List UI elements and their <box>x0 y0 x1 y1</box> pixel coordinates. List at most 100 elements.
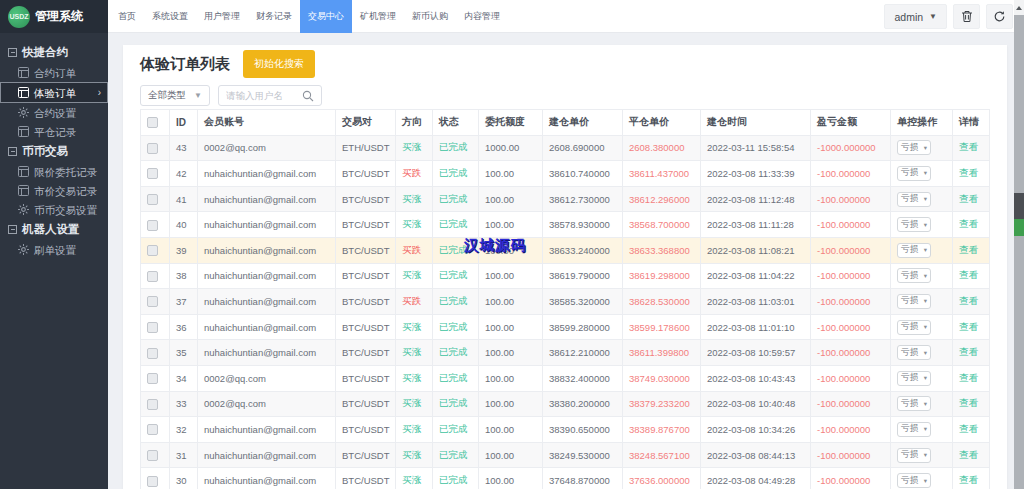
control-select[interactable]: 亏损▾ <box>897 268 931 283</box>
row-checkbox[interactable] <box>147 143 158 154</box>
row-checkbox[interactable] <box>147 399 158 410</box>
cell-pnl: -100.000000 <box>811 186 891 212</box>
cell-pair: BTC/USDT <box>336 442 396 468</box>
nav-item-4[interactable]: 交易中心 <box>300 0 352 33</box>
sidebar: USDZ 管理系统 快捷合约合约订单体验订单›合约设置平仓记录币币交易限价委托记… <box>0 0 108 489</box>
nav-item-3[interactable]: 财务记录 <box>248 0 300 33</box>
detail-link[interactable]: 查看 <box>959 321 978 332</box>
control-select[interactable]: 亏损▾ <box>897 140 931 155</box>
cell-direction: 买跌 <box>396 237 433 263</box>
username-input[interactable] <box>226 90 300 101</box>
control-select[interactable]: 亏损▾ <box>897 217 931 232</box>
row-checkbox[interactable] <box>147 245 158 256</box>
row-checkbox[interactable] <box>147 194 158 205</box>
sidebar-item[interactable]: 合约设置 <box>0 103 108 122</box>
control-select[interactable]: 亏损▾ <box>897 448 931 463</box>
user-menu-button[interactable]: admin ▼ <box>884 4 947 29</box>
detail-link[interactable]: 查看 <box>959 449 978 460</box>
row-checkbox[interactable] <box>147 271 158 282</box>
row-checkbox[interactable] <box>147 296 158 307</box>
table-row: 430002@qq.comETH/USDT买涨已完成1000.002608.69… <box>141 135 990 161</box>
cell-pnl: -100.000000 <box>811 237 891 263</box>
list-icon <box>18 126 29 137</box>
cell-pnl: -100.000000 <box>811 442 891 468</box>
cell-direction: 买跌 <box>396 289 433 315</box>
username-search[interactable] <box>218 85 322 106</box>
init-search-button[interactable]: 初始化搜索 <box>243 50 315 78</box>
table-row: 330002@qq.comBTC/USDT买涨已完成100.0038380.20… <box>141 391 990 417</box>
control-select[interactable]: 亏损▾ <box>897 345 931 360</box>
cell-pair: BTC/USDT <box>336 340 396 366</box>
cell-account: nuhaichuntian@gmail.com <box>198 468 336 489</box>
control-select[interactable]: 亏损▾ <box>897 371 931 386</box>
sidebar-menu: 快捷合约合约订单体验订单› 合约设置平仓记录币币交易限价委托记录市价交易记录币币交… <box>0 33 108 259</box>
select-all-checkbox[interactable] <box>147 117 158 128</box>
sidebar-item-label: 合约设置 <box>34 107 76 119</box>
control-select[interactable]: 亏损▾ <box>897 166 931 181</box>
control-select[interactable]: 亏损▾ <box>897 243 931 258</box>
control-select[interactable]: 亏损▾ <box>897 396 931 411</box>
detail-link[interactable]: 查看 <box>959 269 978 280</box>
refresh-button[interactable] <box>986 4 1013 29</box>
nav-item-7[interactable]: 内容管理 <box>456 0 508 33</box>
nav-item-6[interactable]: 新币认购 <box>404 0 456 33</box>
list-icon <box>18 185 29 196</box>
detail-link[interactable]: 查看 <box>959 346 978 357</box>
cell-pnl: -100.000000 <box>811 263 891 289</box>
control-select[interactable]: 亏损▾ <box>897 422 931 437</box>
sidebar-item[interactable]: 限价委托记录 <box>0 162 108 181</box>
cell-amount: 1000.00 <box>479 135 543 161</box>
cell-open-time: 2022-03-08 10:34:26 <box>701 417 811 443</box>
control-select[interactable]: 亏损▾ <box>897 192 931 207</box>
cell-id: 41 <box>170 186 198 212</box>
row-checkbox[interactable] <box>147 450 158 461</box>
control-select[interactable]: 亏损▾ <box>897 320 931 335</box>
cell-open-price: 38612.730000 <box>543 186 623 212</box>
scroll-up-arrow[interactable] <box>1014 0 1024 15</box>
detail-link[interactable]: 查看 <box>959 372 978 383</box>
cell-amount: 100.00 <box>479 314 543 340</box>
sidebar-item[interactable]: 币币交易设置 <box>0 200 108 219</box>
detail-link[interactable]: 查看 <box>959 244 978 255</box>
row-checkbox[interactable] <box>147 220 158 231</box>
nav-item-2[interactable]: 用户管理 <box>196 0 248 33</box>
nav-item-0[interactable]: 首页 <box>110 0 144 33</box>
detail-link[interactable]: 查看 <box>959 141 978 152</box>
sidebar-item[interactable]: 体验订单› <box>0 82 108 103</box>
vertical-scrollbar[interactable] <box>1014 0 1024 489</box>
cell-open-time: 2022-03-08 10:43:43 <box>701 365 811 391</box>
sidebar-item[interactable]: 市价交易记录 <box>0 181 108 200</box>
nav-item-1[interactable]: 系统设置 <box>144 0 196 33</box>
sidebar-item[interactable]: 平仓记录 <box>0 122 108 141</box>
detail-link[interactable]: 查看 <box>959 397 978 408</box>
detail-link[interactable]: 查看 <box>959 167 978 178</box>
nav-item-5[interactable]: 矿机管理 <box>352 0 404 33</box>
cell-pnl: -1000.000000 <box>811 135 891 161</box>
detail-link[interactable]: 查看 <box>959 218 978 229</box>
sidebar-item[interactable]: 刷单设置 <box>0 240 108 259</box>
row-checkbox[interactable] <box>147 348 158 359</box>
row-checkbox[interactable] <box>147 373 158 384</box>
detail-link[interactable]: 查看 <box>959 423 978 434</box>
row-checkbox[interactable] <box>147 476 158 487</box>
detail-link[interactable]: 查看 <box>959 474 978 485</box>
cell-pnl: -100.000000 <box>811 391 891 417</box>
type-select[interactable]: 全部类型 ▼ <box>140 85 210 106</box>
table-row: 39nuhaichuntian@gmail.comBTC/USDT买跌已完成10… <box>141 237 990 263</box>
detail-link[interactable]: 查看 <box>959 295 978 306</box>
sidebar-section-1[interactable]: 币币交易 <box>0 141 108 162</box>
row-checkbox[interactable] <box>147 168 158 179</box>
control-select[interactable]: 亏损▾ <box>897 473 931 488</box>
detail-link[interactable]: 查看 <box>959 193 978 204</box>
scrollbar-thumb[interactable] <box>1014 193 1024 219</box>
cell-pnl: -100.000000 <box>811 212 891 238</box>
sidebar-section-2[interactable]: 机器人设置 <box>0 219 108 240</box>
row-checkbox[interactable] <box>147 322 158 333</box>
cell-pair: BTC/USDT <box>336 468 396 489</box>
cell-pnl: -100.000000 <box>811 417 891 443</box>
row-checkbox[interactable] <box>147 424 158 435</box>
trash-button[interactable] <box>953 4 980 29</box>
control-select[interactable]: 亏损▾ <box>897 294 931 309</box>
sidebar-item[interactable]: 合约订单 <box>0 63 108 82</box>
sidebar-section-0[interactable]: 快捷合约 <box>0 42 108 63</box>
